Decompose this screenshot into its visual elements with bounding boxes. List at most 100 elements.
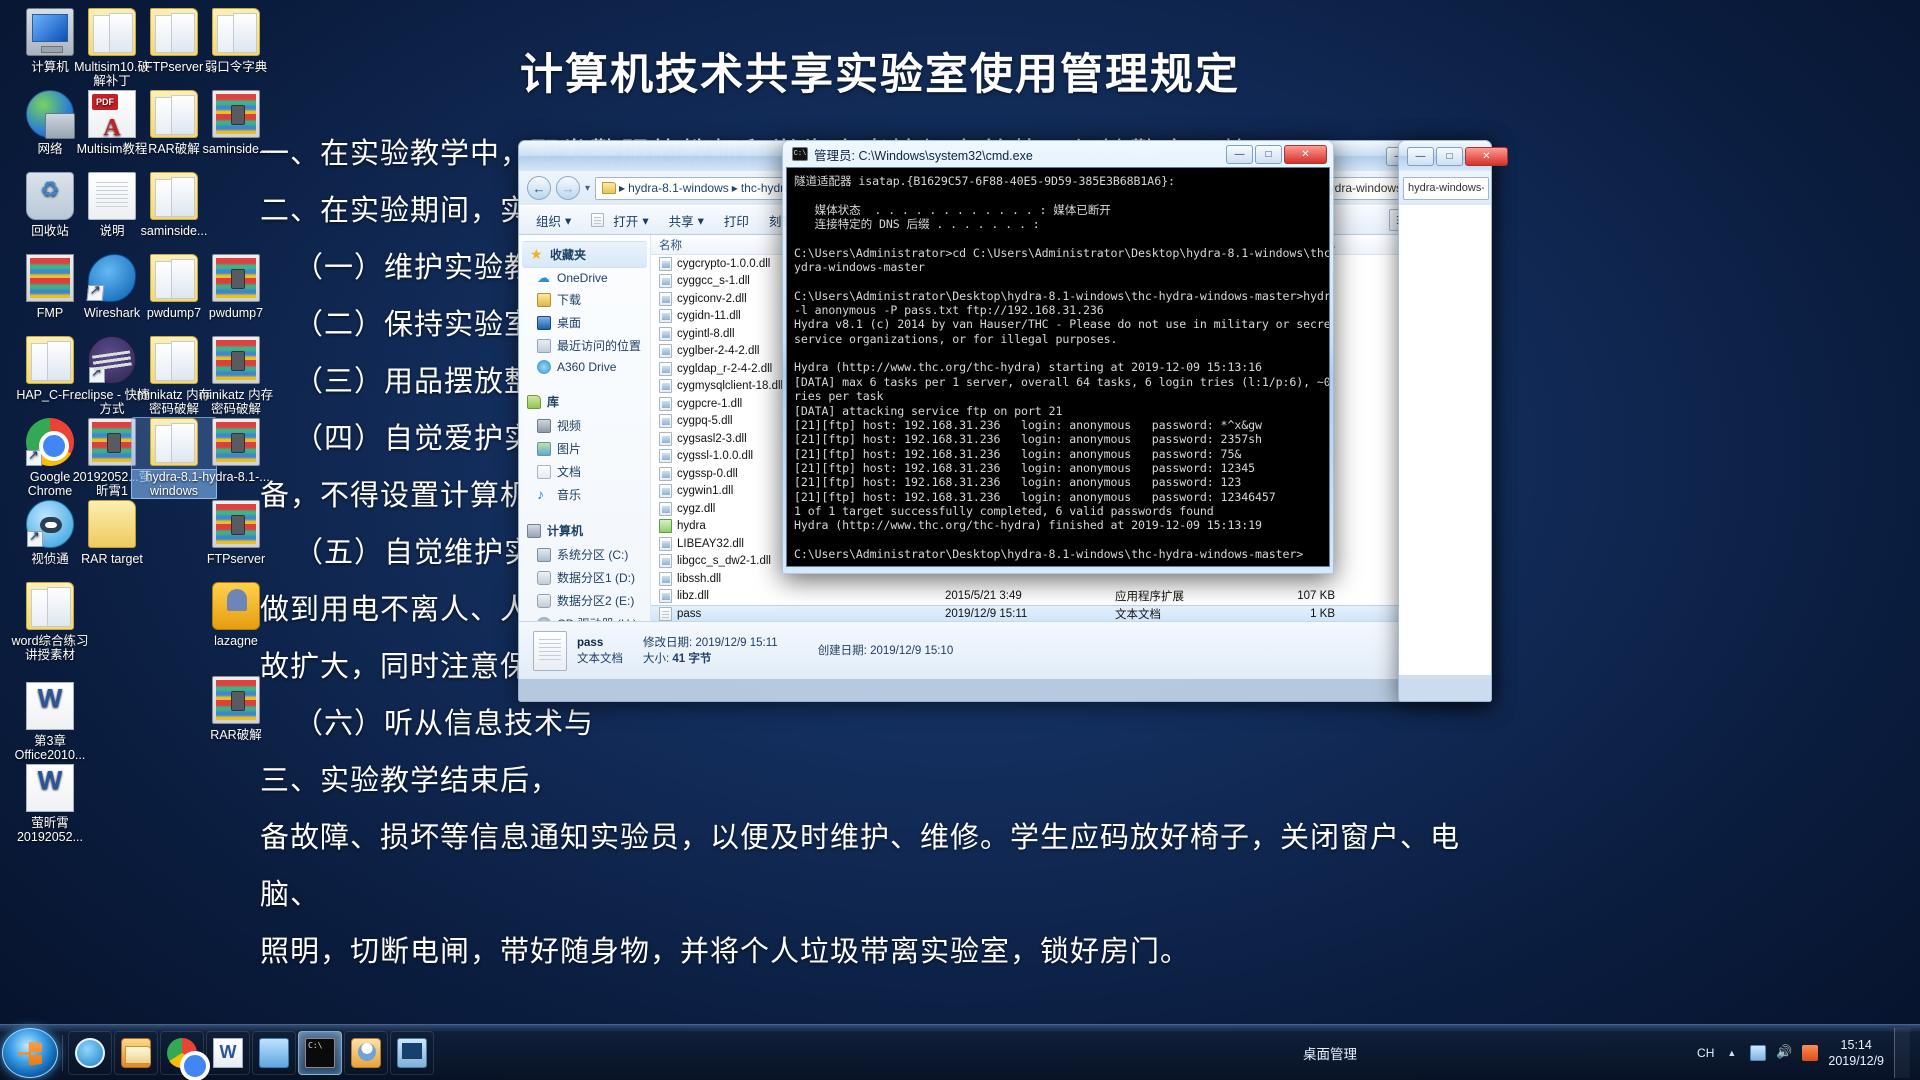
dll-file-icon (659, 467, 672, 481)
dll-file-icon (659, 257, 672, 271)
clock[interactable]: 15:14 2019/12/9 (1828, 1037, 1884, 1069)
taskbar-command-prompt-button[interactable]: C:\ (298, 1031, 342, 1075)
maximize-icon[interactable]: □ (1255, 145, 1282, 164)
sidebar-item-documents[interactable]: 文档 (519, 460, 650, 483)
recent-icon (537, 339, 551, 353)
table-row[interactable]: libz.dll2015/5/21 3:49应用程序扩展107 KB (651, 588, 1491, 606)
dll-file-icon (659, 379, 672, 393)
cd-drive-icon (537, 617, 551, 622)
file-name: cyglber-2-4-2.dll (677, 345, 759, 357)
desktop-manager-label[interactable]: 桌面管理 (1303, 1043, 1357, 1063)
volume-icon[interactable] (1776, 1045, 1792, 1061)
taskbar-internet-explorer-button[interactable] (68, 1031, 112, 1075)
taskbar-google-chrome-button[interactable] (160, 1031, 204, 1075)
forward-icon[interactable]: → (556, 176, 580, 200)
maximize-icon[interactable]: □ (1436, 147, 1463, 166)
sidebar-item-drive-e[interactable]: 数据分区2 (E:) (519, 589, 650, 612)
desktop-screen: 计算机技术共享实验室使用管理规定 一、在实验教学中，配发警服的教师和学生应当按规… (0, 0, 1920, 1080)
background-window-controls[interactable]: — □ ✕ (1407, 147, 1508, 166)
sidebar-group-favorites[interactable]: ★ 收藏夹 (522, 241, 647, 268)
close-icon[interactable]: ✕ (1465, 147, 1508, 166)
sidebar-item-drive-c[interactable]: 系统分区 (C:) (519, 543, 650, 566)
sidebar-item-onedrive[interactable]: ☁ OneDrive (519, 268, 650, 288)
taskbar-people-button[interactable] (344, 1031, 388, 1075)
action-center-icon[interactable] (1802, 1045, 1818, 1061)
desktop-icon[interactable]: lazagne (194, 582, 278, 648)
sidebar-item-pictures[interactable]: 图片 (519, 437, 650, 460)
sidebar-item-drive-d[interactable]: 数据分区1 (D:) (519, 566, 650, 589)
network-icon[interactable] (1750, 1045, 1766, 1061)
dll-file-icon (659, 537, 672, 551)
ime-indicator[interactable]: CH (1697, 1046, 1714, 1060)
close-icon[interactable]: ✕ (1284, 145, 1327, 164)
organize-button[interactable]: 组织 ▾ (527, 207, 580, 234)
show-hidden-icons[interactable] (1724, 1045, 1740, 1061)
desktop-icon[interactable]: 弱口令字典 (194, 8, 278, 74)
system-tray: 桌面管理 CH 15:14 2019/12/9 (1303, 1028, 1920, 1078)
taskbar-paint-button[interactable] (252, 1031, 296, 1075)
command-prompt-window[interactable]: C:\ 管理员: C:\Windows\system32\cmd.exe — □… (782, 140, 1334, 574)
background-search-input[interactable]: hydra-windows-master (1403, 177, 1489, 200)
desktop-icon[interactable]: pwdump7 (194, 254, 278, 320)
desktop-icon[interactable]: hydra-8.1-... (194, 418, 278, 484)
sidebar-item-videos[interactable]: 视频 (519, 414, 650, 437)
file-name: cygssl-1.0.0.dll (677, 450, 753, 462)
sidebar-item-a360-drive[interactable]: A360 Drive (519, 357, 650, 377)
sidebar-item-label: 视频 (557, 417, 581, 434)
taskbar-windows-explorer-button[interactable] (114, 1031, 158, 1075)
open-button[interactable]: 打开 ▾ (582, 207, 657, 234)
file-name: cygidn-11.dll (677, 310, 741, 322)
breadcrumb-item-1[interactable]: hydra-8.1-windows (628, 181, 729, 195)
sidebar-item-downloads[interactable]: 下载 (519, 288, 650, 311)
sidebar-item-label: 图片 (557, 440, 581, 457)
folder-icon (26, 336, 74, 384)
desktop-icon[interactable]: saminside... (194, 90, 278, 156)
share-button[interactable]: 共享 ▾ (660, 207, 713, 234)
file-name: libz.dll (677, 590, 709, 602)
system-drive-icon (537, 548, 551, 562)
sidebar-item-desktop[interactable]: 桌面 (519, 311, 650, 334)
details-pane: pass 文本文档 修改日期: 2019/12/9 15:11 大小: 41 字… (519, 621, 1491, 679)
desktop-icon[interactable]: RAR target (70, 500, 154, 566)
chrome-icon (26, 418, 74, 466)
windows-explorer-icon (121, 1038, 151, 1068)
show-desktop-button[interactable] (1894, 1028, 1910, 1078)
back-icon[interactable]: ← (527, 176, 551, 200)
desktop-icon[interactable]: 萤昕霄20192052... (8, 764, 92, 844)
taskbar-monitor-app-button[interactable] (390, 1031, 434, 1075)
desktop-icon[interactable]: minikatz 内存密码破解 (194, 336, 278, 416)
background-window-titlebar[interactable]: — □ ✕ (1399, 141, 1491, 171)
sidebar-item-music[interactable]: ♪ 音乐 (519, 483, 650, 506)
minimize-icon[interactable]: — (1226, 145, 1253, 164)
taskbar-word-button[interactable] (206, 1031, 250, 1075)
start-button[interactable] (2, 1028, 58, 1078)
desktop-icon[interactable]: 第3章Office2010... (8, 682, 92, 762)
desktop-icon[interactable]: RAR破解 (194, 676, 278, 742)
desktop-icon[interactable]: saminside... (132, 172, 216, 238)
sidebar-item-drive-h[interactable]: CD 驱动器 (H:) (519, 612, 650, 621)
rar-icon (212, 418, 260, 466)
details-file-name: pass (577, 637, 603, 649)
cmd-window-controls[interactable]: — □ ✕ (1226, 145, 1327, 164)
clock-date: 2019/12/9 (1828, 1053, 1884, 1069)
desktop-icon[interactable]: FTPserver (194, 500, 278, 566)
minimize-icon[interactable]: — (1407, 147, 1434, 166)
cmd-console-area[interactable]: 隧道适配器 isatap.{B1629C57-6F88-40E5-9D59-38… (786, 167, 1330, 567)
sidebar-group-computer[interactable]: 计算机 (519, 518, 650, 543)
file-name: cygpq-5.dll (677, 415, 733, 427)
print-button[interactable]: 打印 (715, 207, 758, 234)
cmd-titlebar[interactable]: C:\ 管理员: C:\Windows\system32\cmd.exe — □… (786, 141, 1330, 167)
sidebar-item-label: 桌面 (557, 314, 581, 331)
sidebar-spacer (519, 506, 650, 518)
desktop-icon[interactable]: word综合练习讲授素材 (8, 582, 92, 662)
library-icon (527, 395, 541, 409)
file-name: cyggcc_s-1.dll (677, 275, 750, 287)
table-row[interactable]: pass2019/12/9 15:11文本文档1 KB (651, 605, 1491, 621)
music-icon: ♪ (537, 488, 551, 502)
file-name: cygintl-8.dll (677, 328, 735, 340)
history-dropdown-icon[interactable]: ▾ (585, 183, 590, 194)
sidebar-group-library[interactable]: 库 (519, 389, 650, 414)
file-name: cygcrypto-1.0.0.dll (677, 258, 770, 270)
background-explorer-window[interactable]: — □ ✕ hydra-windows-master (1398, 140, 1492, 702)
sidebar-item-recent-places[interactable]: 最近访问的位置 (519, 334, 650, 357)
